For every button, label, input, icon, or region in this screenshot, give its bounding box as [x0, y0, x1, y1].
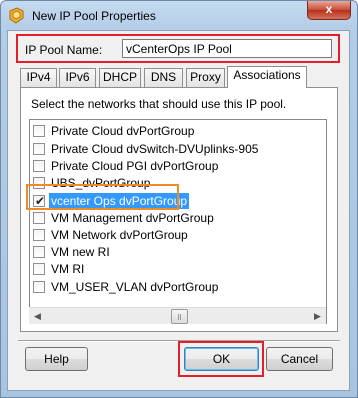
grip-icon: [178, 314, 181, 320]
list-item[interactable]: VM_USER_VLAN dvPortGroup: [33, 279, 323, 295]
tab-dns[interactable]: DNS: [144, 68, 183, 87]
close-icon: x: [325, 2, 333, 16]
horizontal-scrollbar[interactable]: ◀ ▶: [29, 307, 326, 324]
checkbox[interactable]: [33, 125, 45, 137]
checkbox[interactable]: [33, 143, 45, 155]
selection-highlight-box: [26, 184, 179, 210]
ok-highlight-box: [178, 341, 264, 377]
vmware-pool-icon: [9, 7, 24, 24]
instruction-text: Select the networks that should use this…: [31, 97, 287, 111]
cancel-button[interactable]: Cancel: [266, 347, 333, 371]
tab-dhcp[interactable]: DHCP: [99, 68, 141, 87]
scroll-left-icon[interactable]: ◀: [29, 308, 46, 325]
tab-proxy[interactable]: Proxy: [186, 68, 225, 87]
checkbox[interactable]: [33, 229, 45, 241]
checkbox[interactable]: [33, 160, 45, 172]
title-bar[interactable]: New IP Pool Properties x: [1, 1, 357, 31]
list-item[interactable]: VM Management dvPortGroup: [33, 210, 323, 226]
list-item[interactable]: Private Cloud dvSwitch-DVUplinks-905: [33, 141, 323, 157]
list-item[interactable]: VM RI: [33, 261, 323, 277]
list-item[interactable]: VM Network dvPortGroup: [33, 227, 323, 243]
scroll-thumb[interactable]: [171, 309, 188, 324]
window-title: New IP Pool Properties: [32, 9, 156, 23]
tab-ipv6[interactable]: IPv6: [59, 68, 96, 87]
list-item[interactable]: Private Cloud dvPortGroup: [33, 123, 323, 139]
checkbox[interactable]: [33, 281, 45, 293]
scroll-right-icon[interactable]: ▶: [309, 308, 326, 325]
checkbox[interactable]: [33, 212, 45, 224]
checkbox[interactable]: [33, 263, 45, 275]
list-item[interactable]: Private Cloud PGI dvPortGroup: [33, 158, 323, 174]
help-button[interactable]: Help: [25, 347, 88, 371]
checkbox[interactable]: [33, 246, 45, 258]
name-highlight-box: [16, 34, 340, 63]
tab-associations[interactable]: Associations: [227, 66, 307, 88]
list-item[interactable]: VM new RI: [33, 244, 323, 260]
close-button[interactable]: x: [307, 1, 351, 20]
network-list[interactable]: Private Cloud dvPortGroup Private Cloud …: [29, 119, 327, 324]
tab-ipv4[interactable]: IPv4: [20, 68, 57, 87]
